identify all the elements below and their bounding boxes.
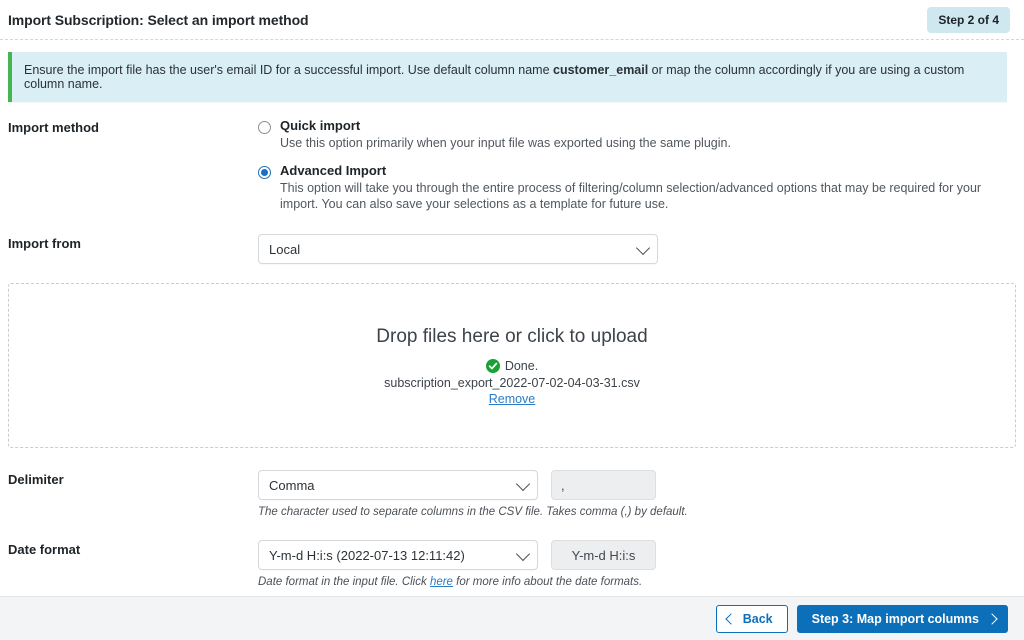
back-button-label: Back (742, 611, 773, 626)
chevron-right-icon (986, 612, 998, 625)
chevron-left-icon (725, 612, 737, 625)
import-from-field: Local (258, 234, 1016, 264)
radio-option-quick-import[interactable]: Quick import Use this option primarily w… (258, 118, 1016, 151)
date-format-row: Date format Y-m-d H:i:s (2022-07-13 12:1… (8, 540, 1016, 588)
import-from-label: Import from (8, 236, 81, 251)
delimiter-field: Comma , The character used to separate c… (258, 470, 1016, 518)
date-format-preview-input: Y-m-d H:i:s (551, 540, 656, 570)
delimiter-select[interactable]: Comma (258, 470, 538, 500)
import-method-options: Quick import Use this option primarily w… (258, 118, 1016, 212)
upload-status: Done. (485, 358, 539, 373)
wizard-footer: Back Step 3: Map import columns (0, 596, 1024, 640)
import-form: Import method Quick import Use this opti… (0, 118, 1024, 264)
quick-import-text: Quick import Use this option primarily w… (280, 118, 731, 151)
import-options-form: Delimiter Comma , The character used to … (0, 470, 1024, 588)
date-format-field: Y-m-d H:i:s (2022-07-13 12:11:42) Y-m-d … (258, 540, 1016, 588)
quick-import-title: Quick import (280, 118, 361, 133)
import-from-select[interactable]: Local (258, 234, 658, 264)
chevron-down-icon (515, 546, 531, 562)
page-title: Import Subscription: Select an import me… (8, 11, 309, 28)
import-method-label: Import method (8, 120, 99, 135)
delimiter-value: Comma (269, 477, 315, 493)
delimiter-character-value: , (561, 477, 565, 493)
date-format-hint-after: for more info about the date formats. (452, 576, 643, 588)
import-from-row: Import from Local (8, 234, 1016, 264)
uploaded-filename: subscription_export_2022-07-02-04-03-31.… (384, 375, 640, 390)
notice-container: Ensure the import file has the user's em… (0, 40, 1024, 102)
file-dropzone[interactable]: Drop files here or click to upload Done.… (8, 283, 1016, 448)
advanced-import-text: Advanced Import This option will take yo… (280, 163, 1010, 212)
delimiter-hint: The character used to separate columns i… (258, 506, 688, 518)
date-format-preview-value: Y-m-d H:i:s (571, 547, 636, 563)
advanced-import-description: This option will take you through the en… (280, 181, 982, 211)
upload-status-text: Done. (504, 358, 539, 373)
radio-advanced-import-icon[interactable] (258, 166, 271, 179)
remove-file-link[interactable]: Remove (489, 392, 536, 406)
date-format-hint: Date format in the input file. Click her… (258, 576, 1016, 588)
back-button[interactable]: Back (715, 604, 788, 633)
radio-quick-import-icon[interactable] (258, 121, 271, 134)
dropzone-title: Drop files here or click to upload (376, 325, 648, 347)
notice-column-name: customer_email (553, 63, 649, 77)
next-step-button[interactable]: Step 3: Map import columns (796, 604, 1008, 633)
date-format-hint-before: Date format in the input file. Click (258, 576, 430, 588)
delimiter-character-input: , (551, 470, 656, 500)
date-format-controls: Y-m-d H:i:s (2022-07-13 12:11:42) Y-m-d … (258, 540, 1016, 570)
import-from-value: Local (269, 241, 301, 257)
success-check-icon (485, 358, 500, 373)
date-format-value: Y-m-d H:i:s (2022-07-13 12:11:42) (269, 547, 465, 563)
next-step-button-label: Step 3: Map import columns (811, 611, 979, 626)
chevron-down-icon (515, 476, 531, 492)
quick-import-description: Use this option primarily when your inpu… (280, 136, 731, 150)
advanced-import-title: Advanced Import (280, 163, 387, 178)
date-format-help-link[interactable]: here (430, 576, 453, 588)
date-format-select[interactable]: Y-m-d H:i:s (2022-07-13 12:11:42) (258, 540, 538, 570)
delimiter-controls: Comma , (258, 470, 1016, 500)
page-header: Import Subscription: Select an import me… (0, 0, 1024, 40)
email-id-notice: Ensure the import file has the user's em… (8, 52, 1007, 102)
import-method-row: Import method Quick import Use this opti… (8, 118, 1016, 212)
step-badge: Step 2 of 4 (927, 6, 1010, 33)
notice-text-before: Ensure the import file has the user's em… (24, 63, 554, 77)
radio-option-advanced-import[interactable]: Advanced Import This option will take yo… (258, 163, 1016, 212)
chevron-down-icon (635, 240, 651, 256)
delimiter-row: Delimiter Comma , The character used to … (8, 470, 1016, 518)
import-subscription-page: Import Subscription: Select an import me… (0, 0, 1024, 640)
delimiter-label: Delimiter (8, 472, 64, 487)
date-format-label: Date format (8, 542, 81, 557)
